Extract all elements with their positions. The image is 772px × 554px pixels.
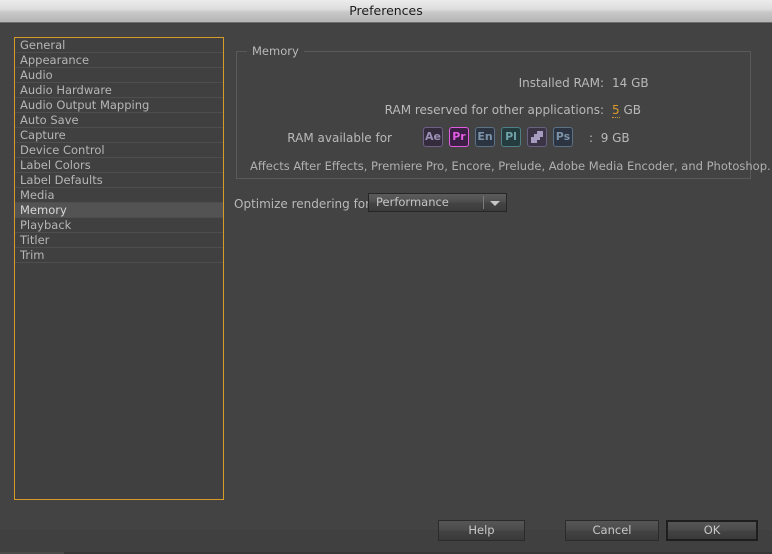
reserved-ram-input[interactable]: 5 (612, 103, 620, 118)
affects-note-text: Affects After Effects, Premiere Pro, Enc… (250, 159, 771, 173)
sidebar-item-memory[interactable]: Memory (15, 203, 223, 218)
app-badge-adobe-media-encoder[interactable] (527, 127, 547, 147)
sidebar-item-label-colors[interactable]: Label Colors (15, 158, 223, 173)
sidebar-item-audio-hardware[interactable]: Audio Hardware (15, 83, 223, 98)
dialog-content: General Appearance Audio Audio Hardware Audi… (0, 24, 772, 530)
installed-ram-label: Installed RAM: (518, 76, 604, 90)
dialog-footer: Help Cancel OK (0, 508, 772, 554)
ok-button[interactable]: OK (666, 520, 758, 541)
available-ram-value: 9 GB (600, 131, 630, 145)
app-badge-label: Ae (425, 130, 441, 143)
app-badge-label: Ps (555, 130, 571, 143)
reserved-ram-unit: GB (623, 103, 641, 117)
available-ram-separator: : (589, 131, 594, 145)
select-divider (483, 196, 484, 209)
help-button[interactable]: Help (438, 520, 525, 541)
media-encoder-glyph-icon (531, 131, 543, 143)
optimize-rendering-select[interactable]: Performance (368, 193, 507, 212)
optimize-rendering-selected-value: Performance (376, 195, 449, 209)
sidebar-item-device-control[interactable]: Device Control (15, 143, 223, 158)
sidebar-empty-space (15, 263, 223, 483)
app-badge-prelude[interactable]: Pl (501, 127, 521, 147)
sidebar-item-appearance[interactable]: Appearance (15, 53, 223, 68)
sidebar-item-audio-output-mapping[interactable]: Audio Output Mapping (15, 98, 223, 113)
app-badge-encore[interactable]: En (475, 127, 495, 147)
available-ram-label: RAM available for (287, 131, 392, 145)
preferences-category-list[interactable]: General Appearance Audio Audio Hardware Audi… (14, 37, 224, 500)
dialog-title: Preferences (349, 3, 423, 18)
memory-preferences-panel: Memory Installed RAM: 14 GB RAM reserved… (234, 24, 771, 530)
available-ram-value-group: : 9 GB (589, 131, 630, 145)
sidebar-item-audio[interactable]: Audio (15, 68, 223, 83)
sidebar-item-playback[interactable]: Playback (15, 218, 223, 233)
app-badge-label: Pl (505, 130, 517, 143)
dialog-titlebar: Preferences (0, 0, 772, 23)
optimize-rendering-label: Optimize rendering for: (234, 197, 374, 211)
preferences-dialog: Preferences General Appearance Audio Audio … (0, 0, 772, 554)
sidebar-item-capture[interactable]: Capture (15, 128, 223, 143)
memory-group-box: Memory Installed RAM: 14 GB RAM reserved… (236, 44, 771, 179)
cancel-button[interactable]: Cancel (565, 520, 659, 541)
sidebar-item-auto-save[interactable]: Auto Save (15, 113, 223, 128)
app-badge-after-effects[interactable]: Ae (423, 127, 443, 147)
installed-ram-value: 14 GB (612, 76, 649, 90)
reserved-ram-value-group: 5 GB (612, 103, 641, 118)
sidebar-item-label-defaults[interactable]: Label Defaults (15, 173, 223, 188)
app-badge-label: Pr (452, 130, 466, 143)
app-badge-premiere-pro[interactable]: Pr (449, 127, 469, 147)
app-badge-photoshop[interactable]: Ps (553, 127, 573, 147)
sidebar-item-general[interactable]: General (15, 38, 223, 53)
sidebar-item-media[interactable]: Media (15, 188, 223, 203)
chevron-down-icon (490, 201, 500, 206)
sidebar-item-titler[interactable]: Titler (15, 233, 223, 248)
sidebar-item-trim[interactable]: Trim (15, 248, 223, 263)
reserved-ram-label: RAM reserved for other applications: (384, 103, 604, 117)
app-badge-group[interactable]: Ae Pr En Pl Ps (423, 127, 573, 147)
app-badge-label: En (477, 130, 493, 143)
memory-group-label: Memory (247, 44, 304, 58)
